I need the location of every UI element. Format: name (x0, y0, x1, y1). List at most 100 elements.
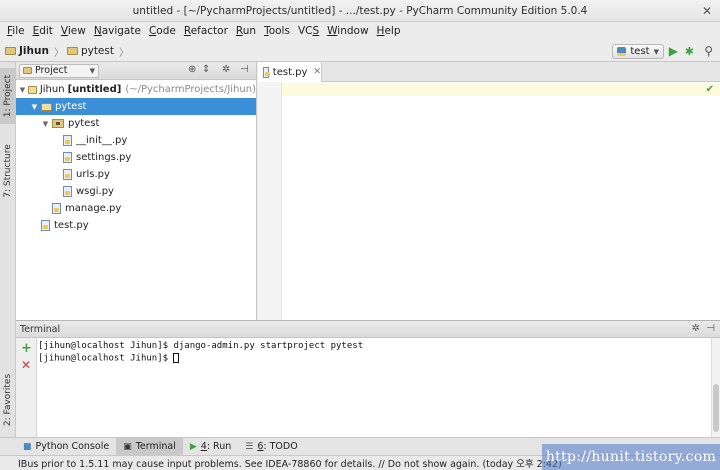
menu-label: efactor (190, 25, 228, 37)
terminal-cursor (173, 353, 180, 363)
menu-item[interactable]: Tools (260, 22, 294, 41)
menu-item[interactable]: Run (232, 22, 260, 41)
debug-icon[interactable]: ✱ (685, 44, 694, 59)
tab-python-console[interactable]: ■ Python Console (16, 438, 116, 456)
menu-bar: File Edit View Navigate Code Refactor Run Tools… (0, 22, 720, 41)
gear-icon[interactable]: ✲ (692, 323, 700, 334)
menu-label: avigate (101, 25, 141, 37)
folder-icon (66, 47, 78, 55)
close-tab-icon[interactable]: ✕ (313, 67, 321, 77)
tab-terminal[interactable]: ▣ Terminal (116, 437, 183, 456)
project-tool-window: Project ▼ ⊕ ⇕ ✲ ⊣ ▼ Jihun [untitled] (~/Pyc… (16, 62, 257, 320)
tree-item-label: urls.py (76, 169, 110, 180)
run-icon[interactable]: ▶ (669, 44, 678, 59)
editor-tab-test-py[interactable]: test.py ✕ (258, 62, 322, 82)
project-view-select[interactable]: Project ▼ (19, 63, 99, 78)
editor-current-line[interactable] (282, 83, 720, 96)
watermark: http://hunit.tistory.com (542, 444, 720, 470)
tab-favorites[interactable]: 2: Favorites (0, 370, 16, 430)
todo-icon: ☰ (245, 441, 254, 452)
tree-item[interactable]: test.py (16, 217, 256, 234)
breadcrumb-label: Jihun (19, 45, 49, 57)
run-configuration-select[interactable]: test ▼ (612, 44, 664, 59)
editor-area: test.py ✕ ✔ (258, 62, 720, 320)
python-file-icon (41, 220, 50, 231)
menu-item[interactable]: Refactor (180, 22, 232, 41)
terminal-prompt-text: [jihun@localhost Jihun]$ (38, 353, 174, 364)
tree-item-label: settings.py (76, 152, 132, 163)
menu-label: elp (384, 25, 401, 37)
close-session-icon[interactable]: ✕ (21, 358, 31, 372)
editor-gutter (258, 82, 282, 320)
tab-label: : Run (206, 441, 232, 452)
menu-item[interactable]: Edit (29, 22, 57, 41)
tab-todo[interactable]: ☰ 6: TODO (238, 438, 304, 456)
tab-structure[interactable]: 7: Structure (0, 138, 16, 204)
breadcrumb-root[interactable]: Jihun (5, 45, 49, 57)
terminal-line[interactable]: [jihun@localhost Jihun]$ (38, 353, 180, 364)
menu-label: dit (39, 25, 53, 37)
run-configuration-label: test (630, 46, 650, 57)
navigation-bar: Jihun 〉 pytest 〉 test ▼ ▶ ✱ ⚲ (0, 41, 720, 62)
tree-item[interactable]: manage.py (16, 200, 256, 217)
menu-item[interactable]: Code (145, 22, 180, 41)
menu-item[interactable]: Help (373, 22, 405, 41)
menu-item[interactable]: Window (323, 22, 372, 41)
breadcrumb-separator-icon: 〉 (118, 47, 129, 59)
python-file-icon (52, 203, 61, 214)
menu-label: ile (12, 25, 25, 37)
left-tool-strip: 1: Project 7: Structure 2: Favorites (0, 62, 16, 437)
tab-label: Python Console (35, 441, 110, 452)
breadcrumb-separator-icon: 〉 (53, 47, 64, 59)
project-view-label: Project (35, 65, 68, 76)
terminal-line-text: [jihun@localhost Jihun]$ django-admin.py… (38, 341, 364, 351)
menu-item[interactable]: View (57, 22, 90, 41)
window-titlebar: untitled - [~/PycharmProjects/untitled] … (0, 0, 720, 22)
tab-project-label: 1: Project (3, 74, 14, 118)
breadcrumb-pytest[interactable]: pytest (66, 45, 114, 57)
search-icon[interactable]: ⚲ (704, 44, 713, 59)
status-message: IBus prior to 1.5.11 may cause input pro… (18, 459, 562, 470)
tab-project[interactable]: 1: Project (0, 68, 16, 124)
gear-icon[interactable]: ✲ (222, 64, 230, 75)
close-window-icon[interactable]: ✕ (702, 0, 712, 22)
menu-label: indow (337, 25, 369, 37)
project-name-label: [untitled] (67, 84, 122, 95)
python-console-icon: ■ (23, 441, 32, 452)
tree-item[interactable]: __init__.py (16, 132, 256, 149)
editor-tab-bar: test.py ✕ (258, 62, 720, 82)
terminal-scrollbar[interactable] (711, 338, 720, 438)
menu-item[interactable]: Navigate (90, 22, 145, 41)
terminal-icon: ▣ (123, 441, 132, 452)
package-icon (52, 119, 64, 128)
hide-panel-icon[interactable]: ⊣ (240, 64, 249, 75)
tree-item[interactable]: ▼ pytest (16, 115, 256, 132)
hide-panel-icon[interactable]: ⊣ (706, 323, 715, 334)
scroll-from-source-icon[interactable]: ⊕ (188, 64, 196, 75)
tree-item[interactable]: ▼ pytest (16, 98, 256, 115)
window-title: untitled - [~/PycharmProjects/untitled] … (132, 5, 588, 17)
collapse-all-icon[interactable]: ⇕ (202, 64, 210, 75)
tab-favorites-label: 2: Favorites (3, 373, 13, 427)
scrollbar-thumb[interactable] (713, 384, 719, 432)
menu-label: iew (67, 25, 86, 37)
tree-item[interactable]: settings.py (16, 149, 256, 166)
folder-icon (27, 85, 37, 94)
menu-item[interactable]: File (3, 22, 29, 41)
tab-label: Terminal (135, 441, 176, 452)
terminal-header: Terminal ✲ ⊣ (16, 321, 720, 338)
tab-run[interactable]: ▶ 4: Run (183, 438, 238, 456)
project-path-label: (~/PycharmProjects/Jihun) (125, 84, 256, 95)
tree-item[interactable]: ▼ Jihun [untitled] (~/PycharmProjects/Jihun… (16, 81, 256, 98)
python-file-icon (263, 66, 270, 78)
new-session-icon[interactable]: + (21, 341, 32, 356)
editor-tab-label: test.py (272, 66, 308, 78)
tree-item[interactable]: wsgi.py (16, 183, 256, 200)
menu-item[interactable]: VCS (294, 22, 323, 41)
tree-item[interactable]: urls.py (16, 166, 256, 183)
menu-label: un (242, 25, 257, 37)
tree-item-label: pytest (55, 101, 87, 112)
menu-mnemonic: R (183, 25, 191, 37)
python-file-icon (63, 135, 72, 146)
terminal-line: [jihun@localhost Jihun]$ django-admin.py… (38, 341, 363, 351)
